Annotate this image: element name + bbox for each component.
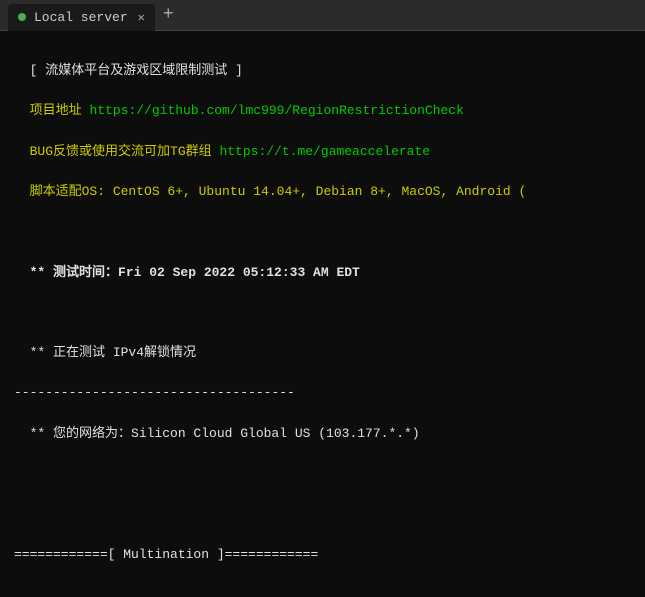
os-text: 脚本适配OS: CentOS 6+, Ubuntu 14.04+, Debian… — [30, 184, 527, 199]
bug-line: BUG反馈或使用交流可加TG群组 https://t.me/gameaccele… — [14, 142, 631, 162]
tab-add-icon[interactable]: + — [163, 6, 174, 24]
tab-label: Local server — [34, 10, 128, 25]
tab-bar: Local server ✕ + — [0, 0, 645, 31]
blank1 — [14, 222, 631, 242]
tab-local-server[interactable]: Local server ✕ — [8, 4, 155, 31]
ipv4-label-line: ** 正在测试 IPv4解锁情况 — [14, 343, 631, 363]
separator1-text: ------------------------------------ — [14, 385, 295, 400]
bug-label: BUG反馈或使用交流可加TG群组 — [30, 144, 212, 159]
blank4 — [14, 504, 631, 524]
tab-close-icon[interactable]: ✕ — [138, 10, 145, 25]
network-line: ** 您的网络为：Silicon Cloud Global US (103.17… — [14, 424, 631, 444]
network-text: ** 您的网络为：Silicon Cloud Global US (103.17… — [30, 426, 420, 441]
title-line: [ 流媒体平台及游戏区域限制测试 ] — [14, 61, 631, 81]
terminal-output: [ 流媒体平台及游戏区域限制测试 ] 项目地址 https://github.c… — [0, 31, 645, 597]
blank3 — [14, 464, 631, 484]
bug-url: https://t.me/gameaccelerate — [219, 144, 430, 159]
separator1-line: ------------------------------------ — [14, 383, 631, 403]
section-header-line: ============[ Multination ]============ — [14, 545, 631, 565]
tab-status-dot — [18, 13, 26, 21]
project-line: 项目地址 https://github.com/lmc999/RegionRes… — [14, 101, 631, 121]
project-url: https://github.com/lmc999/RegionRestrict… — [89, 103, 463, 118]
section-header-text: ============[ Multination ]============ — [14, 547, 318, 562]
blank2 — [14, 303, 631, 323]
os-line: 脚本适配OS: CentOS 6+, Ubuntu 14.04+, Debian… — [14, 182, 631, 202]
project-label: 项目地址 — [30, 103, 82, 118]
test-time-line: ** 测试时间：Fri 02 Sep 2022 05:12:33 AM EDT — [14, 263, 631, 283]
test-time-text: ** 测试时间：Fri 02 Sep 2022 05:12:33 AM EDT — [30, 265, 360, 280]
title-text: [ 流媒体平台及游戏区域限制测试 ] — [30, 63, 243, 78]
ipv4-label-text: ** 正在测试 IPv4解锁情况 — [30, 345, 196, 360]
